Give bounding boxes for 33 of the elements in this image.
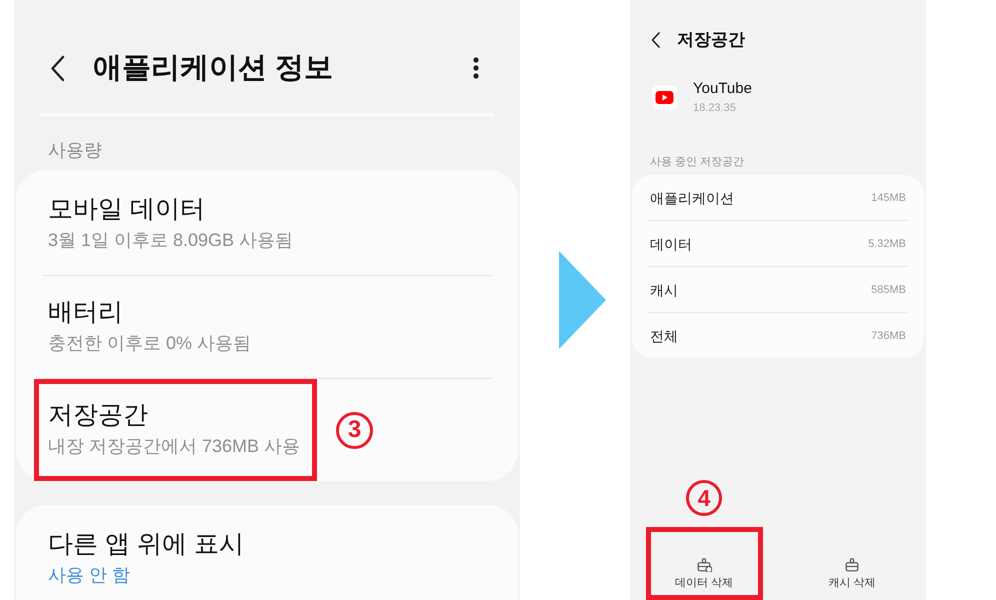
toolbox-icon <box>696 558 712 572</box>
back-icon[interactable] <box>651 32 660 48</box>
storage-value: 585MB <box>871 282 906 296</box>
storage-label: 캐시 <box>650 280 678 298</box>
app-name: YouTube <box>693 80 752 98</box>
item-title[interactable]: 모바일 데이터 <box>48 194 294 224</box>
item-subtitle: 내장 저장공간에서 736MB 사용 <box>48 435 300 458</box>
toolbox-icon <box>844 558 860 572</box>
item-subtitle: 충전한 이후로 0% 사용됨 <box>48 332 252 355</box>
screen-title: 저장공간 <box>677 29 745 51</box>
storage-value: 5.32MB <box>868 236 906 250</box>
step-number: 4 <box>686 480 722 516</box>
action-button[interactable]: 캐시 삭제 <box>826 556 878 592</box>
section-label: 사용량 <box>48 139 102 162</box>
storage-value: 145MB <box>871 190 906 204</box>
screen-title: 애플리케이션 정보 <box>93 51 334 86</box>
item-title[interactable]: 저장공간 <box>48 400 300 430</box>
item-title[interactable]: 배터리 <box>48 297 252 327</box>
step-number: 3 <box>336 412 374 448</box>
item-title[interactable]: 다른 앱 위에 표시 <box>48 529 244 559</box>
back-icon[interactable] <box>50 54 65 82</box>
more-options-icon[interactable] <box>473 57 479 79</box>
storage-value: 736MB <box>871 328 906 342</box>
right-triangle-arrow-icon <box>559 251 606 349</box>
storage-label: 전체 <box>650 326 678 344</box>
storage-label: 애플리케이션 <box>650 188 734 206</box>
play-button-icon <box>652 85 677 110</box>
storage-label: 데이터 <box>650 234 692 252</box>
item-subtitle: 사용 안 함 <box>48 564 132 587</box>
item-subtitle: 3월 1일 이후로 8.09GB 사용됨 <box>48 229 294 252</box>
app-version: 18.23.35 <box>693 101 736 115</box>
section-label: 사용 중인 저장공간 <box>650 155 744 169</box>
action-button[interactable]: 데이터 삭제 <box>672 556 736 592</box>
